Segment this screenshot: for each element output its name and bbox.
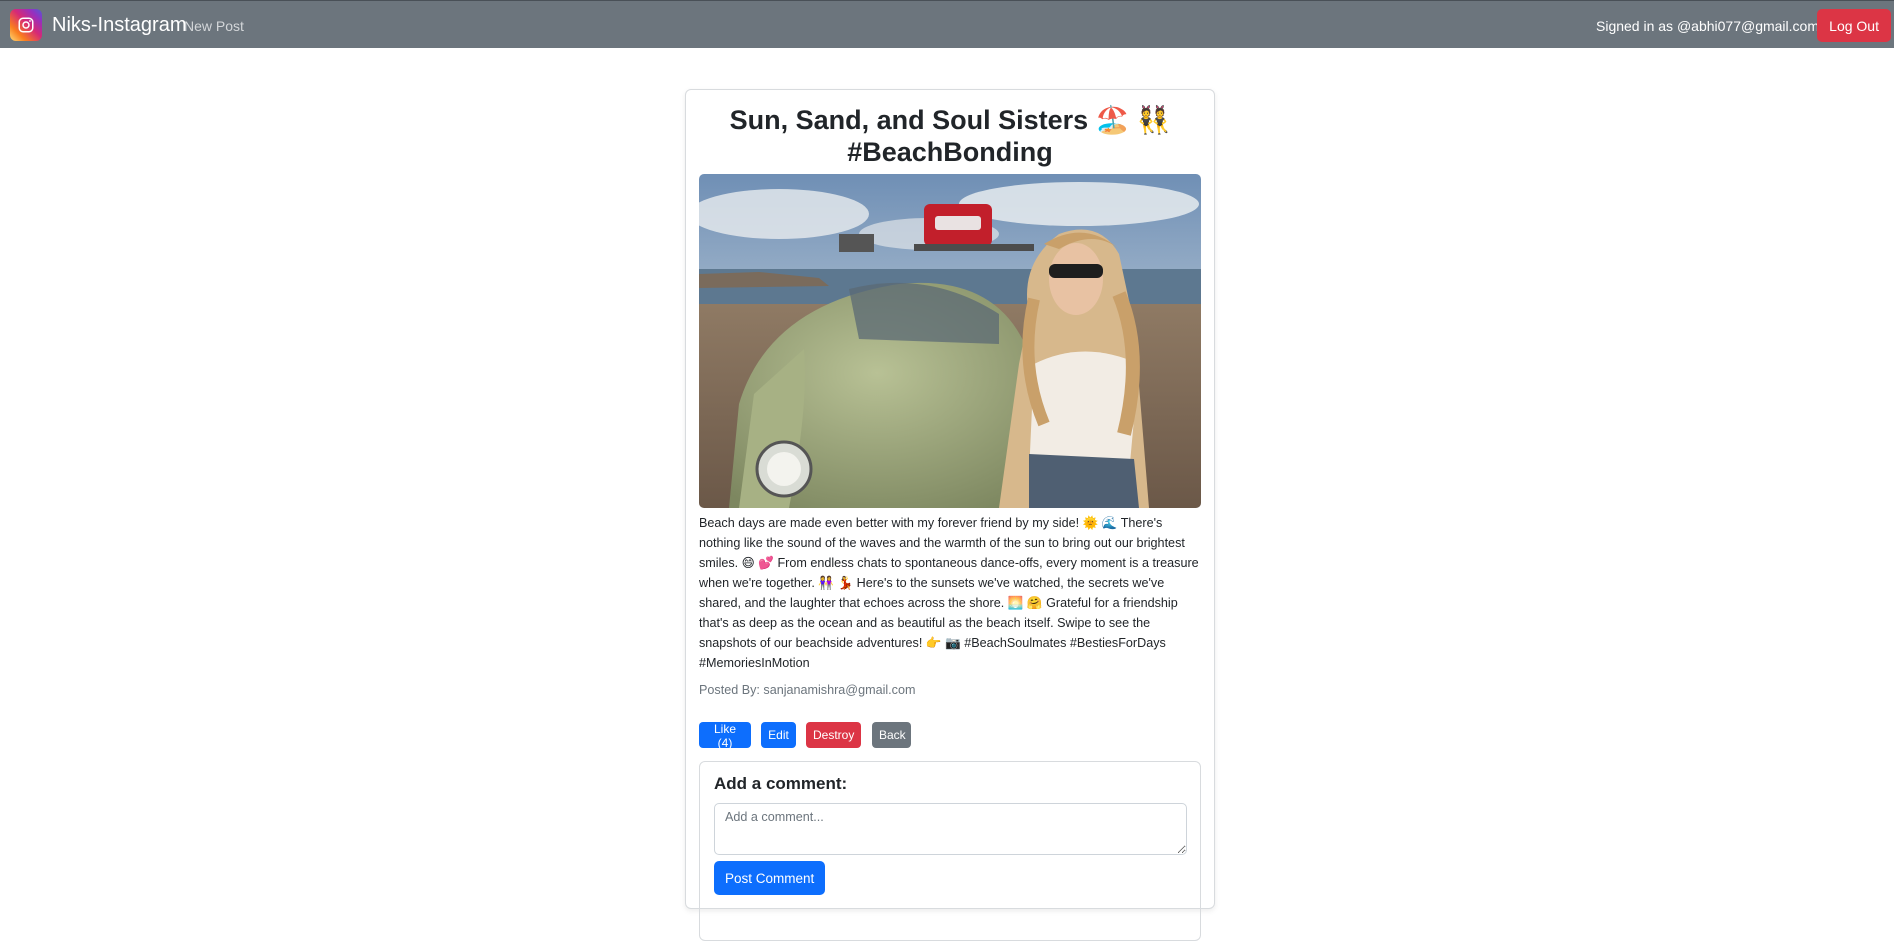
post-card: Sun, Sand, and Soul Sisters 🏖️ 👯 #BeachB… xyxy=(685,89,1215,941)
logout-button[interactable]: Log Out xyxy=(1817,9,1891,42)
posted-by-text: Posted By: sanjanamishra@gmail.com xyxy=(699,683,916,697)
comment-input[interactable] xyxy=(714,803,1187,855)
brand-title[interactable]: Niks-Instagram xyxy=(52,14,186,37)
signed-in-text: Signed in as @abhi077@gmail.com xyxy=(1596,18,1819,34)
post-image xyxy=(699,174,1201,508)
post-comment-button[interactable]: Post Comment xyxy=(714,861,826,895)
post-caption: Beach days are made even better with my … xyxy=(699,516,1199,670)
comment-form: Add a comment: Post Comment xyxy=(699,761,1201,941)
edit-button[interactable]: Edit xyxy=(761,722,796,748)
instagram-icon[interactable] xyxy=(10,9,42,41)
post-title: Sun, Sand, and Soul Sisters 🏖️ 👯 #BeachB… xyxy=(729,105,1171,167)
like-button[interactable]: Like (4) xyxy=(699,722,751,750)
comment-heading: Add a comment: xyxy=(714,774,848,793)
back-button[interactable]: Back xyxy=(872,722,911,748)
new-post-link[interactable]: New Post xyxy=(184,18,244,34)
destroy-button[interactable]: Destroy xyxy=(806,722,861,748)
top-navbar: Niks-Instagram New Post Signed in as @ab… xyxy=(0,0,1894,48)
